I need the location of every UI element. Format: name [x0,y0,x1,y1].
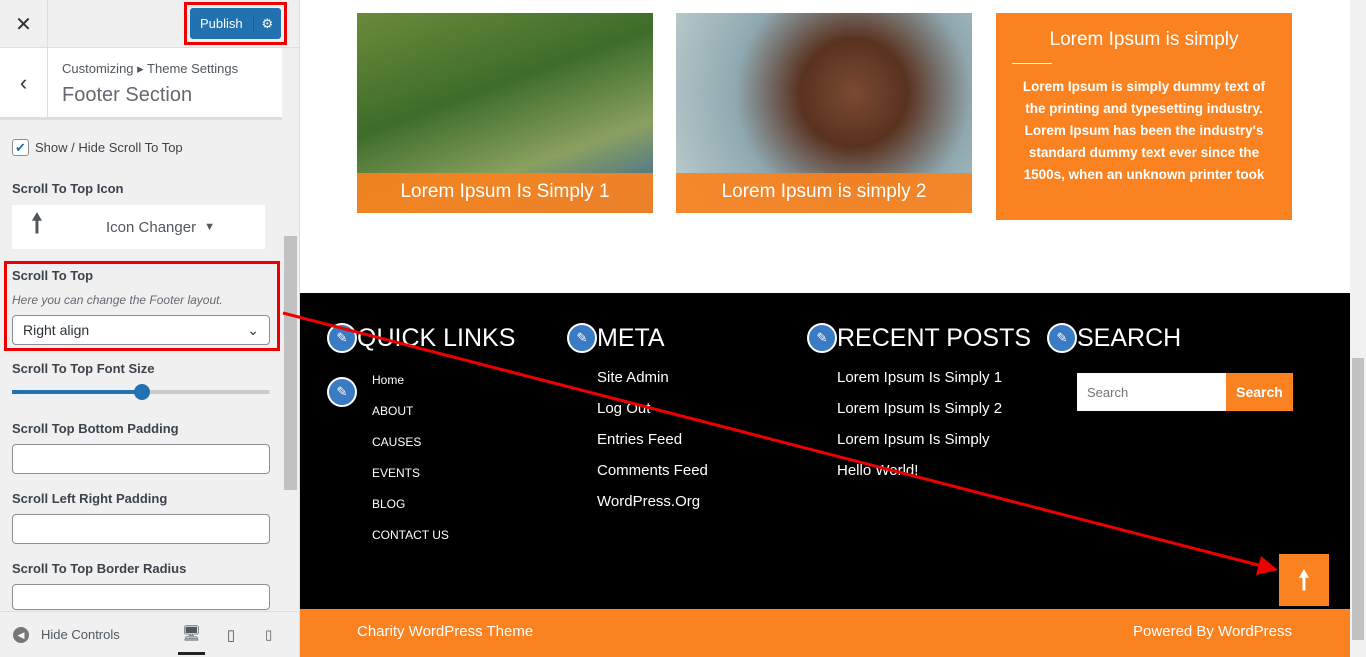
footer-link[interactable]: EVENTS [372,466,515,497]
tablet-preview-icon[interactable]: ▯ [227,626,235,644]
publish-button[interactable]: Publish ⚙ [190,8,281,39]
icon-changer-label: Icon Changer [106,218,197,236]
meta-title: META [597,323,665,352]
chevron-down-icon: ⌄ [247,321,259,338]
scroll-to-top-select[interactable]: Right align ⌄ [12,315,270,345]
footer-link[interactable]: WordPress.Org [597,493,708,524]
hide-controls-icon[interactable]: ◀ [13,626,29,643]
footer-link[interactable]: Entries Feed [597,431,708,462]
post-card[interactable]: Lorem Ipsum Is Simply 1 [357,13,653,213]
font-size-label: Scroll To Top Font Size [12,361,155,376]
footer-link[interactable]: Log Out [597,400,708,431]
scroll-to-top-description: Here you can change the Footer layout. [12,293,223,307]
select-value: Right align [23,322,90,338]
search-button[interactable]: Search [1226,373,1293,411]
font-size-slider[interactable] [12,384,270,400]
footer-link[interactable]: Hello World! [837,462,1031,493]
publish-label: Publish [200,16,243,31]
edit-pencil-icon[interactable]: ✎ [807,323,837,353]
footer-link[interactable]: CONTACT US [372,528,515,559]
footer-link[interactable]: Lorem Ipsum Is Simply 2 [837,400,1031,431]
scroll-to-top-label: Scroll To Top [12,268,94,283]
footer-link[interactable]: Comments Feed [597,462,708,493]
footer-link[interactable]: Home [372,373,515,404]
publish-highlight: Publish ⚙ [184,2,287,45]
sidebar-scrollbar[interactable] [284,236,297,490]
back-button[interactable]: ‹ [0,48,48,118]
edit-pencil-icon[interactable]: ✎ [327,323,357,353]
breadcrumb: Customizing ▸ Theme Settings [62,61,239,76]
recent-posts-title: RECENT POSTS [837,323,1032,352]
slider-thumb[interactable] [134,384,150,400]
mobile-preview-icon[interactable]: ▯ [265,627,272,643]
gear-icon[interactable]: ⚙ [252,15,281,32]
text-card: Lorem Ipsum is simply Lorem Ipsum is sim… [996,13,1292,220]
powered-by-link[interactable]: Powered By WordPress [1133,623,1292,640]
edit-pencil-icon[interactable]: ✎ [327,377,357,407]
arrow-up-icon: 🠕 [31,208,43,238]
footer-link[interactable]: Lorem Ipsum Is Simply [837,431,1031,462]
lr-padding-label: Scroll Left Right Padding [12,491,168,506]
text-card-body: Lorem Ipsum is simply dummy text of the … [1022,79,1266,182]
radius-label: Scroll To Top Border Radius [12,561,187,576]
footer-link[interactable]: BLOG [372,497,515,528]
site-footer: ✎ QUICK LINKS ✎ Home ABOUT CAUSES EVENTS … [300,293,1350,609]
post-card-caption[interactable]: Lorem Ipsum is simply 2 [676,173,972,213]
copyright-bar: Charity WordPress Theme Powered By WordP… [300,609,1350,657]
bottom-padding-label: Scroll Top Bottom Padding [12,421,179,436]
customizer-sidebar: ✕ Publish ⚙ ‹ Customizing ▸ Theme Setting… [0,0,300,657]
close-button[interactable]: ✕ [0,0,48,48]
icon-changer[interactable]: 🠕 Icon Changer ▼ [12,205,265,249]
post-card[interactable]: Lorem Ipsum is simply 2 [676,13,972,213]
scroll-to-top-button[interactable]: 🠕 [1279,554,1329,606]
search-input[interactable] [1077,373,1226,411]
footer-link[interactable]: Site Admin [597,369,708,400]
site-preview: Lorem Ipsum Is Simply 1 Lorem Ipsum is s… [300,0,1350,657]
preview-scrollbar[interactable] [1350,0,1366,657]
hide-controls-button[interactable]: Hide Controls [41,627,120,642]
edit-pencil-icon[interactable]: ✎ [567,323,597,353]
search-title: SEARCH [1077,323,1182,352]
show-hide-label: Show / Hide Scroll To Top [35,140,183,155]
show-hide-checkbox[interactable]: ✔ [12,139,29,156]
desktop-preview-icon[interactable]: 🖥 [177,614,205,655]
bottom-padding-input[interactable] [12,444,270,474]
chevron-down-icon: ▼ [204,221,215,233]
footer-link[interactable]: Lorem Ipsum Is Simply 1 [837,369,1031,400]
section-title: Footer Section [62,84,193,106]
copyright-text[interactable]: Charity WordPress Theme [357,623,533,640]
edit-pencil-icon[interactable]: ✎ [1047,323,1077,353]
footer-link[interactable]: CAUSES [372,435,515,466]
icon-label: Scroll To Top Icon [12,181,124,196]
text-card-title: Lorem Ipsum is simply [1049,29,1239,50]
quick-links-title: QUICK LINKS [357,323,516,352]
footer-link[interactable]: ABOUT [372,404,515,435]
lr-padding-input[interactable] [12,514,270,544]
radius-input[interactable] [12,584,270,610]
post-card-caption[interactable]: Lorem Ipsum Is Simply 1 [357,173,653,213]
